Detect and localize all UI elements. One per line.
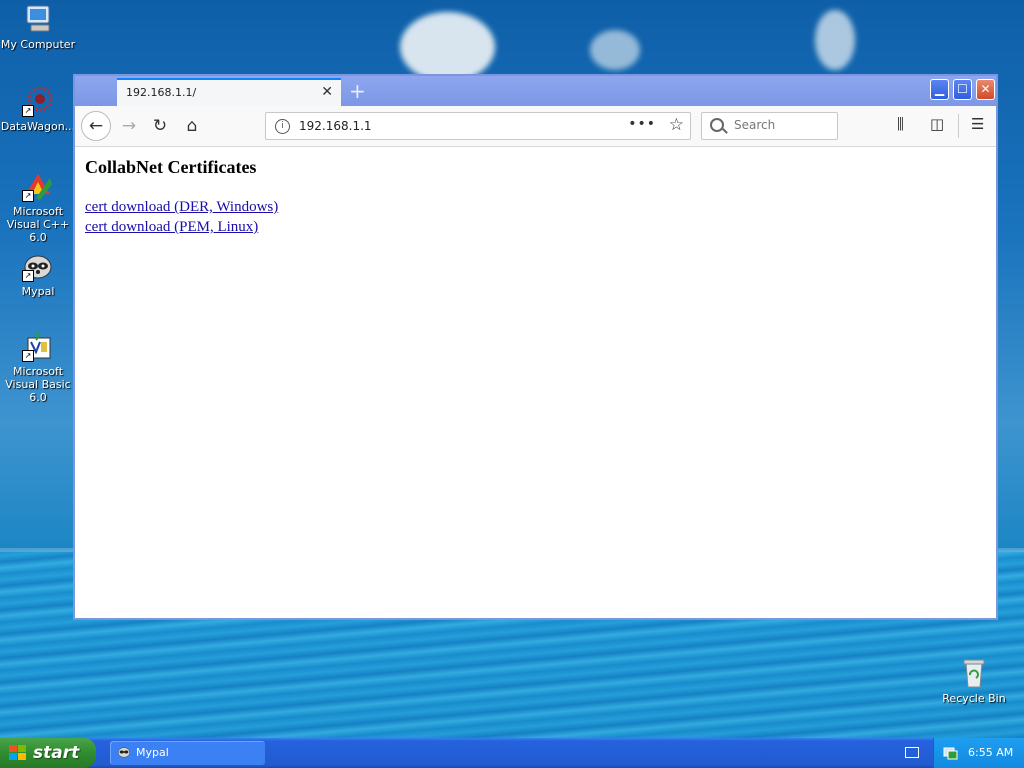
info-icon[interactable]: i xyxy=(275,119,290,134)
new-tab-plus-icon[interactable]: + xyxy=(349,79,366,103)
browser-window: 192.168.1.1/ ✕ + ▁ ☐ ✕ ← → ↻ ⌂ i 192.168… xyxy=(73,74,998,620)
desktop-icon-visual-basic[interactable]: ↗ Microsoft Visual Basic 6.0 xyxy=(0,330,76,404)
back-arrow-icon[interactable]: ← xyxy=(81,111,111,141)
shortcut-arrow-icon: ↗ xyxy=(22,350,34,362)
desktop-icon-recycle-bin[interactable]: Recycle Bin xyxy=(936,657,1012,705)
toolbar-separator xyxy=(958,114,959,138)
computer-icon xyxy=(22,3,54,35)
page-content: CollabNet Certificates cert download (DE… xyxy=(75,147,996,618)
hamburger-menu-icon[interactable]: ☰ xyxy=(971,115,984,133)
navigation-toolbar: ← → ↻ ⌂ i 192.168.1.1 ••• ☆ ⫼ ◫ ☰ xyxy=(75,106,996,147)
tab-title: 192.168.1.1/ xyxy=(126,86,197,99)
cloud xyxy=(400,12,495,82)
desktop-icon-datawagon[interactable]: ↗ DataWagon... xyxy=(0,85,76,133)
close-window-button[interactable]: ✕ xyxy=(976,79,995,100)
network-icon[interactable] xyxy=(942,745,958,761)
datawagon-icon: ↗ xyxy=(22,85,54,117)
mypal-raccoon-icon: ↗ xyxy=(22,250,54,282)
mypal-raccoon-icon xyxy=(118,747,130,758)
desktop-icon-label: Recycle Bin xyxy=(942,692,1006,705)
desktop-icon-label: My Computer xyxy=(0,38,76,51)
cert-download-der-link[interactable]: cert download (DER, Windows) xyxy=(85,199,278,216)
sidebar-toggle-icon[interactable]: ◫ xyxy=(930,115,944,133)
shortcut-arrow-icon: ↗ xyxy=(22,105,34,117)
desktop-icon-visual-cpp[interactable]: ↗ Microsoft Visual C++ 6.0 xyxy=(0,170,76,244)
system-tray: 6:55 AM xyxy=(933,738,1024,768)
visual-basic-icon: ↗ xyxy=(22,330,54,362)
clock[interactable]: 6:55 AM xyxy=(968,746,1013,759)
taskbar-item-label: Mypal xyxy=(136,746,169,759)
recycle-bin-icon xyxy=(958,657,990,689)
tab-close-icon[interactable]: ✕ xyxy=(321,84,333,100)
search-input[interactable] xyxy=(732,117,836,133)
url-bar[interactable]: i 192.168.1.1 ••• ☆ xyxy=(265,112,691,140)
desktop-icon-my-computer[interactable]: My Computer xyxy=(0,3,76,51)
search-box[interactable] xyxy=(701,112,838,140)
desktop-icon-label: DataWagon... xyxy=(0,120,76,133)
visual-cpp-icon: ↗ xyxy=(22,170,54,202)
cloud xyxy=(815,10,855,70)
keyboard-icon[interactable] xyxy=(905,747,919,758)
page-title: CollabNet Certificates xyxy=(85,157,257,177)
maximize-button[interactable]: ☐ xyxy=(953,79,972,100)
start-label: start xyxy=(33,743,80,763)
taskbar-item-mypal[interactable]: Mypal xyxy=(110,741,265,765)
minimize-button[interactable]: ▁ xyxy=(930,79,949,100)
forward-arrow-icon[interactable]: → xyxy=(116,113,142,139)
cert-download-pem-link[interactable]: cert download (PEM, Linux) xyxy=(85,219,258,236)
desktop-icon-label: Microsoft Visual Basic 6.0 xyxy=(5,365,71,404)
library-icon[interactable]: ⫼ xyxy=(897,115,904,133)
taskbar: start Mypal 6:55 AM xyxy=(0,738,1024,768)
shortcut-arrow-icon: ↗ xyxy=(22,190,34,202)
title-bar: 192.168.1.1/ ✕ + ▁ ☐ ✕ xyxy=(75,76,996,106)
windows-flag-icon xyxy=(9,745,27,761)
desktop-icon-label: Microsoft Visual C++ 6.0 xyxy=(6,205,70,244)
reload-icon[interactable]: ↻ xyxy=(147,113,173,139)
desktop-icon-mypal[interactable]: ↗ Mypal xyxy=(0,250,76,298)
start-button[interactable]: start xyxy=(0,738,96,768)
tab-active[interactable]: 192.168.1.1/ ✕ xyxy=(117,78,341,106)
search-icon xyxy=(710,118,724,132)
shortcut-arrow-icon: ↗ xyxy=(22,270,34,282)
cloud xyxy=(590,30,640,70)
desktop-icon-label: Mypal xyxy=(21,285,55,298)
page-actions-ellipsis-icon[interactable]: ••• xyxy=(628,116,656,132)
home-icon[interactable]: ⌂ xyxy=(179,113,205,139)
url-text[interactable]: 192.168.1.1 xyxy=(299,119,372,133)
bookmark-star-icon[interactable]: ☆ xyxy=(669,115,684,135)
